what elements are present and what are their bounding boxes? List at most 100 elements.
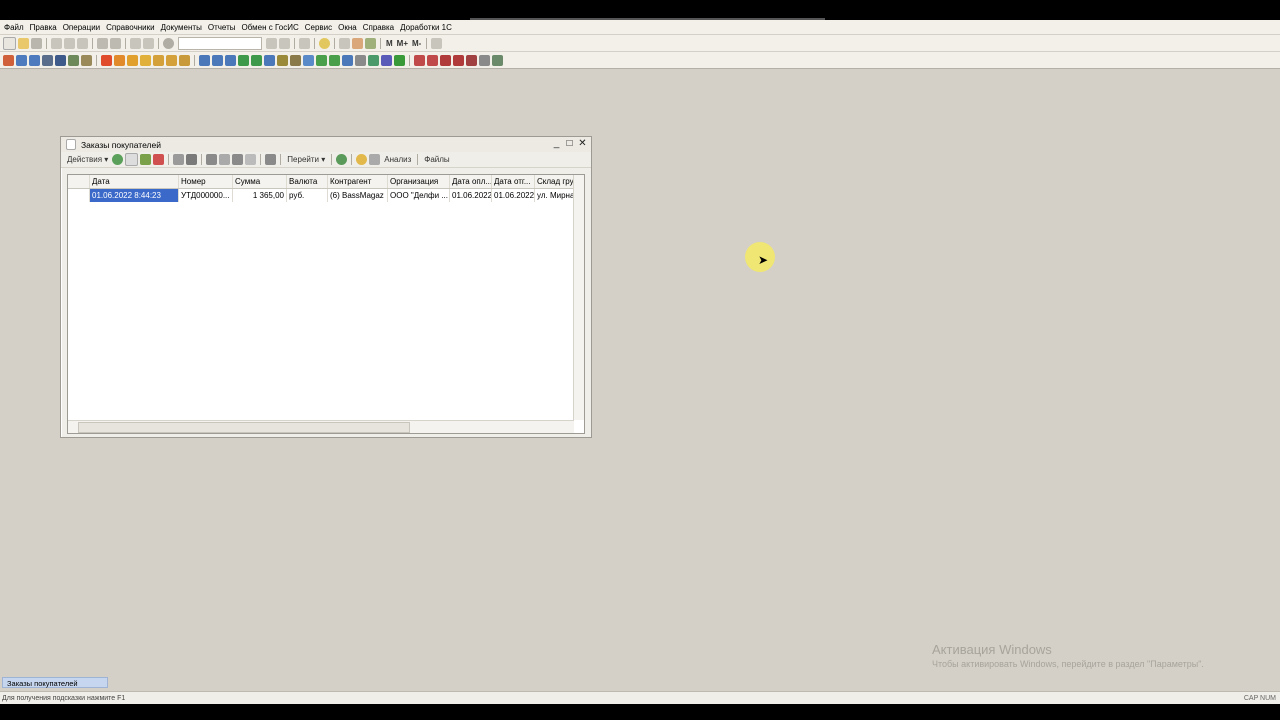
table-row[interactable]: 01.06.2022 8:44:23 УТД000000... 1 365,00… bbox=[68, 189, 584, 202]
doc-icon-4[interactable] bbox=[42, 54, 53, 66]
doc-icon-30[interactable] bbox=[394, 54, 405, 66]
doc-icon-32[interactable] bbox=[427, 54, 438, 66]
doc-icon-9[interactable] bbox=[114, 54, 125, 66]
search-icon[interactable] bbox=[163, 37, 174, 49]
analysis-button[interactable]: Анализ bbox=[384, 155, 411, 164]
doc-icon-10[interactable] bbox=[127, 54, 138, 66]
edit-icon[interactable] bbox=[140, 154, 152, 165]
doc-icon-36[interactable] bbox=[479, 54, 490, 66]
vertical-scrollbar[interactable] bbox=[573, 175, 584, 420]
cell-shipment-date[interactable]: 01.06.2022 bbox=[492, 189, 535, 202]
column-header-warehouse[interactable]: Склад груз... bbox=[535, 175, 575, 188]
doc-icon-23[interactable] bbox=[303, 54, 314, 66]
doc-icon-28[interactable] bbox=[368, 54, 379, 66]
doc-icon-21[interactable] bbox=[277, 54, 288, 66]
column-header-icon[interactable] bbox=[68, 175, 90, 188]
doc-icon-33[interactable] bbox=[440, 54, 451, 66]
menu-windows[interactable]: Окна bbox=[338, 23, 357, 32]
column-header-date[interactable]: Дата bbox=[90, 175, 179, 188]
column-header-payment-date[interactable]: Дата опл... bbox=[450, 175, 492, 188]
filter-icon[interactable] bbox=[206, 154, 218, 165]
cell-date[interactable]: 01.06.2022 8:44:23 bbox=[90, 189, 179, 202]
filter-list-icon[interactable] bbox=[232, 154, 244, 165]
find-next-icon[interactable] bbox=[266, 37, 277, 49]
doc-icon-2[interactable] bbox=[16, 54, 27, 66]
minimize-icon[interactable]: _ bbox=[550, 138, 563, 151]
doc-icon-17[interactable] bbox=[225, 54, 236, 66]
doc-icon-1[interactable] bbox=[3, 54, 14, 66]
doc-icon-19[interactable] bbox=[251, 54, 262, 66]
doc-icon-27[interactable] bbox=[355, 54, 366, 66]
redo-icon[interactable] bbox=[143, 37, 154, 49]
cell-organization[interactable]: ООО "Делфи ... bbox=[388, 189, 450, 202]
menu-service[interactable]: Сервис bbox=[305, 23, 332, 32]
calendar-icon[interactable] bbox=[352, 37, 363, 49]
menu-catalogs[interactable]: Справочники bbox=[106, 23, 154, 32]
help-icon[interactable] bbox=[356, 154, 368, 165]
memory-plus-button[interactable]: M+ bbox=[397, 39, 408, 48]
doc-icon-37[interactable] bbox=[492, 54, 503, 66]
cut-icon[interactable] bbox=[51, 37, 62, 49]
copy-icon[interactable] bbox=[64, 37, 75, 49]
window-icon[interactable] bbox=[299, 37, 310, 49]
column-header-number[interactable]: Номер bbox=[179, 175, 233, 188]
column-header-organization[interactable]: Организация bbox=[388, 175, 450, 188]
clear-filter-icon[interactable] bbox=[245, 154, 257, 165]
find-prev-icon[interactable] bbox=[279, 37, 290, 49]
doc-icon-3[interactable] bbox=[29, 54, 40, 66]
doc-icon-35[interactable] bbox=[466, 54, 477, 66]
doc-icon-20[interactable] bbox=[264, 54, 275, 66]
doc-icon-29[interactable] bbox=[381, 54, 392, 66]
doc-icon-24[interactable] bbox=[316, 54, 327, 66]
search-input[interactable] bbox=[178, 36, 262, 50]
info-icon[interactable] bbox=[319, 37, 330, 49]
doc-icon-8[interactable] bbox=[101, 54, 112, 66]
column-header-counterparty[interactable]: Контрагент bbox=[328, 175, 388, 188]
actions-menu[interactable]: Действия ▾ bbox=[67, 155, 108, 164]
menu-edit[interactable]: Правка bbox=[30, 23, 57, 32]
preview-icon[interactable] bbox=[110, 37, 121, 49]
print-icon[interactable] bbox=[369, 154, 381, 165]
column-header-shipment-date[interactable]: Дата отг... bbox=[492, 175, 535, 188]
doc-icon-7[interactable] bbox=[81, 54, 92, 66]
column-header-sum[interactable]: Сумма bbox=[233, 175, 287, 188]
find-icon[interactable] bbox=[186, 154, 198, 165]
doc-icon-14[interactable] bbox=[179, 54, 190, 66]
scrollbar-thumb[interactable] bbox=[78, 422, 410, 433]
doc-icon-12[interactable] bbox=[153, 54, 164, 66]
save-icon[interactable] bbox=[31, 37, 42, 49]
doc-icon-18[interactable] bbox=[238, 54, 249, 66]
new-icon[interactable] bbox=[3, 36, 16, 50]
tools-icon[interactable] bbox=[365, 37, 376, 49]
menu-help[interactable]: Справка bbox=[363, 23, 394, 32]
window-titlebar[interactable]: Заказы покупателей _ □ ✕ bbox=[61, 137, 591, 152]
cell-payment-date[interactable]: 01.06.2022 bbox=[450, 189, 492, 202]
pin-icon[interactable] bbox=[431, 37, 443, 49]
paste-icon[interactable] bbox=[77, 37, 88, 49]
menu-exchange[interactable]: Обмен с ГосИС bbox=[242, 23, 299, 32]
doc-icon-15[interactable] bbox=[199, 54, 210, 66]
print-icon[interactable] bbox=[97, 37, 108, 49]
doc-icon-22[interactable] bbox=[290, 54, 301, 66]
calculator-icon[interactable] bbox=[339, 37, 350, 49]
column-header-currency[interactable]: Валюта bbox=[287, 175, 328, 188]
cell-warehouse[interactable]: ул. Мирная... bbox=[535, 189, 575, 202]
doc-icon-25[interactable] bbox=[329, 54, 340, 66]
close-icon[interactable]: ✕ bbox=[576, 138, 589, 151]
doc-icon-16[interactable] bbox=[212, 54, 223, 66]
doc-icon-13[interactable] bbox=[166, 54, 177, 66]
horizontal-scrollbar[interactable] bbox=[68, 420, 574, 433]
memory-minus-button[interactable]: M- bbox=[412, 39, 421, 48]
add-icon[interactable] bbox=[112, 154, 124, 165]
copy-icon[interactable] bbox=[125, 153, 139, 166]
refresh-icon[interactable] bbox=[336, 154, 348, 165]
tab-orders[interactable]: Заказы покупателей bbox=[2, 677, 108, 688]
open-icon[interactable] bbox=[18, 37, 29, 49]
doc-icon-11[interactable] bbox=[140, 54, 151, 66]
doc-icon-26[interactable] bbox=[342, 54, 353, 66]
print-list-icon[interactable] bbox=[265, 154, 277, 165]
filter-by-value-icon[interactable] bbox=[219, 154, 231, 165]
memory-button[interactable]: M bbox=[386, 39, 393, 48]
doc-icon-5[interactable] bbox=[55, 54, 66, 66]
menu-reports[interactable]: Отчеты bbox=[208, 23, 236, 32]
